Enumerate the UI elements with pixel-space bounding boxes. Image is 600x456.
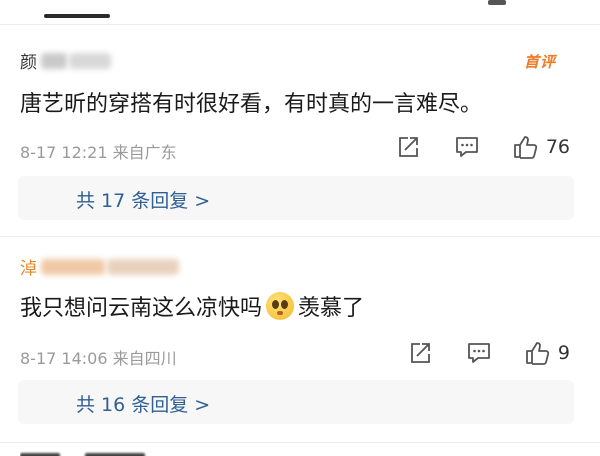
comment-text-part: 羡慕了 — [298, 296, 365, 321]
cropped-element — [488, 0, 506, 5]
comment-text: 唐艺昕的穿搭有时很好看，有时真的一言难尽。 — [20, 92, 483, 117]
first-comment-badge: 首评 — [523, 53, 556, 71]
like-button[interactable]: 76 — [512, 135, 570, 159]
comment-text-part: 我只想问云南这么凉快吗 — [20, 296, 263, 321]
share-icon[interactable] — [408, 341, 434, 365]
divider — [0, 24, 600, 25]
blurred-username — [69, 52, 111, 69]
top-tab-strip — [0, 0, 600, 22]
username-text[interactable]: 淖 — [20, 254, 37, 279]
comment-username[interactable]: 颜 — [20, 48, 111, 73]
divider — [0, 442, 600, 443]
thumbs-up-icon — [512, 135, 538, 159]
replies-box[interactable]: 共 17 条回复 > — [18, 176, 574, 220]
comment-item: 淖 我只想问云南这么凉快吗 羡慕了 8-17 14:06 来自四川 9 共 16 … — [0, 244, 600, 434]
comment-username[interactable]: 淖 — [20, 254, 179, 279]
active-tab-indicator — [44, 14, 110, 18]
blurred-username — [41, 258, 105, 275]
divider — [0, 236, 600, 237]
view-replies-link[interactable]: 共 16 条回复 > — [76, 390, 210, 417]
like-button[interactable]: 9 — [524, 341, 570, 365]
comment-text: 我只想问云南这么凉快吗 羡慕了 — [20, 290, 364, 322]
view-replies-link[interactable]: 共 17 条回复 > — [76, 186, 210, 213]
pleading-face-emoji — [266, 292, 295, 320]
thumbs-up-icon — [524, 341, 550, 365]
blurred-username — [107, 258, 179, 275]
next-comment-fragment — [20, 448, 200, 456]
share-icon[interactable] — [396, 135, 422, 159]
comment-meta: 8-17 12:21 来自广东 — [20, 143, 177, 162]
replies-box[interactable]: 共 16 条回复 > — [18, 380, 574, 424]
comment-meta: 8-17 14:06 来自四川 — [20, 349, 177, 368]
comment-item: 颜 首评 唐艺昕的穿搭有时很好看，有时真的一言难尽。 8-17 12:21 来自… — [0, 38, 600, 228]
comment-actions: 9 — [408, 341, 570, 365]
like-count: 9 — [557, 342, 570, 364]
comment-actions: 76 — [396, 135, 570, 159]
blurred-username — [41, 52, 67, 69]
comment-icon[interactable] — [466, 341, 492, 365]
username-text[interactable]: 颜 — [20, 48, 37, 73]
comment-icon[interactable] — [454, 135, 480, 159]
like-count: 76 — [545, 136, 570, 158]
